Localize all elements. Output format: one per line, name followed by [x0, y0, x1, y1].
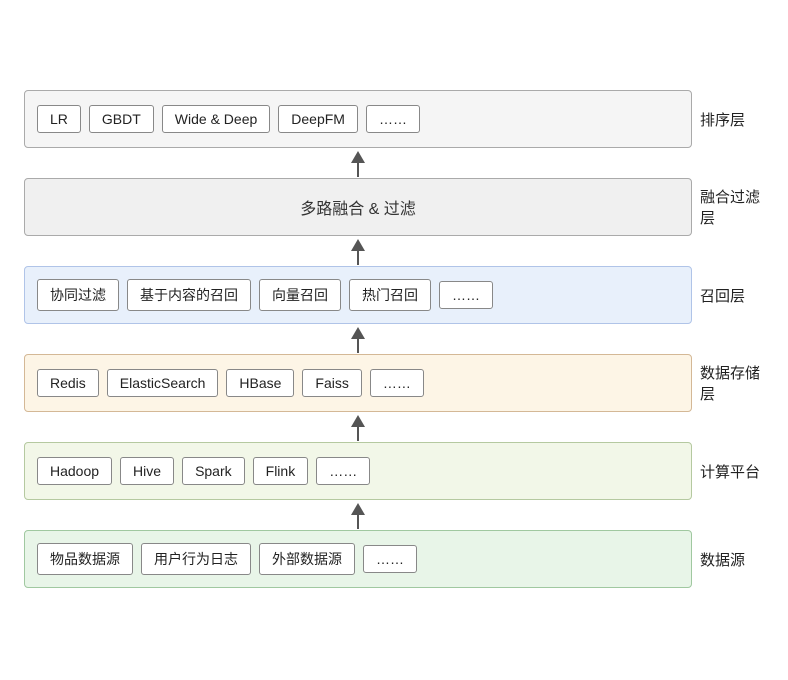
- layer-box-cun: Redis ElasticSearchHBase Faiss ……: [24, 354, 692, 412]
- item-box: ……: [439, 281, 493, 309]
- item-box: 热门召回: [349, 279, 431, 311]
- up-arrow: [351, 327, 365, 353]
- arrow-shaft: [357, 515, 359, 529]
- arrow-ronghe: [24, 238, 764, 266]
- layer-row-datasrc: 物品数据源用户行为日志外部数据源 …… 数据源: [24, 530, 764, 588]
- item-box: Hive: [120, 457, 174, 485]
- layer-label-calc: 计算平台: [692, 461, 764, 482]
- item-box: Spark: [182, 457, 245, 485]
- layer-label-zhaohu: 召回层: [692, 285, 764, 306]
- layer-box-datasrc: 物品数据源用户行为日志外部数据源 ……: [24, 530, 692, 588]
- arrow-cun: [24, 414, 764, 442]
- layer-box-ronghe: 多路融合 & 过滤: [24, 178, 692, 236]
- item-box: 协同过滤: [37, 279, 119, 311]
- layer-items-datasrc: 物品数据源用户行为日志外部数据源 ……: [37, 543, 417, 575]
- item-box: Hadoop: [37, 457, 112, 485]
- up-arrow: [351, 415, 365, 441]
- layer-row-cun: Redis ElasticSearchHBase Faiss …… 数据存储层: [24, 354, 764, 412]
- item-box: Wide & Deep: [162, 105, 270, 133]
- item-box: DeepFM: [278, 105, 358, 133]
- item-box: Redis: [37, 369, 99, 397]
- architecture-diagram: LR GBDT Wide & Deep DeepFM …… 排序层多路融合 & 过滤融合过…: [24, 90, 764, 590]
- layer-row-ronghe: 多路融合 & 过滤融合过滤层: [24, 178, 764, 236]
- arrow-shaft: [357, 251, 359, 265]
- layer-label-cun: 数据存储层: [692, 362, 764, 404]
- layer-row-zhaohu: 协同过滤基于内容的召回向量召回热门召回 …… 召回层: [24, 266, 764, 324]
- item-box: Flink: [253, 457, 309, 485]
- layer-box-calc: Hadoop Hive Spark Flink……: [24, 442, 692, 500]
- arrow-shaft: [357, 163, 359, 177]
- arrow-shaft: [357, 339, 359, 353]
- arrow-head-icon: [351, 415, 365, 427]
- layer-row-paix: LR GBDT Wide & Deep DeepFM …… 排序层: [24, 90, 764, 148]
- item-box: LR: [37, 105, 81, 133]
- item-box: HBase: [226, 369, 294, 397]
- up-arrow: [351, 151, 365, 177]
- layer-label-paix: 排序层: [692, 109, 764, 130]
- item-box: 外部数据源: [259, 543, 355, 575]
- up-arrow: [351, 503, 365, 529]
- layer-items-paix: LR GBDT Wide & Deep DeepFM ……: [37, 105, 420, 133]
- layer-row-calc: Hadoop Hive Spark Flink…… 计算平台: [24, 442, 764, 500]
- item-box: ElasticSearch: [107, 369, 219, 397]
- item-box: Faiss: [302, 369, 361, 397]
- layer-label-ronghe: 融合过滤层: [692, 186, 764, 228]
- item-box: ……: [316, 457, 370, 485]
- layer-box-paix: LR GBDT Wide & Deep DeepFM ……: [24, 90, 692, 148]
- arrow-head-icon: [351, 327, 365, 339]
- arrow-zhaohu: [24, 326, 764, 354]
- item-box: 向量召回: [259, 279, 341, 311]
- arrow-head-icon: [351, 239, 365, 251]
- layer-box-zhaohu: 协同过滤基于内容的召回向量召回热门召回 ……: [24, 266, 692, 324]
- layer-label-datasrc: 数据源: [692, 549, 764, 570]
- layer-center-text-ronghe: 多路融合 & 过滤: [37, 195, 679, 219]
- item-box: ……: [363, 545, 417, 573]
- arrow-head-icon: [351, 151, 365, 163]
- layer-items-calc: Hadoop Hive Spark Flink……: [37, 457, 370, 485]
- layer-items-cun: Redis ElasticSearchHBase Faiss ……: [37, 369, 424, 397]
- item-box: 物品数据源: [37, 543, 133, 575]
- arrow-head-icon: [351, 503, 365, 515]
- item-box: ……: [370, 369, 424, 397]
- item-box: ……: [366, 105, 420, 133]
- arrow-paix: [24, 150, 764, 178]
- layer-items-zhaohu: 协同过滤基于内容的召回向量召回热门召回 ……: [37, 279, 493, 311]
- item-box: 基于内容的召回: [127, 279, 251, 311]
- arrow-shaft: [357, 427, 359, 441]
- item-box: 用户行为日志: [141, 543, 251, 575]
- arrow-calc: [24, 502, 764, 530]
- item-box: GBDT: [89, 105, 154, 133]
- up-arrow: [351, 239, 365, 265]
